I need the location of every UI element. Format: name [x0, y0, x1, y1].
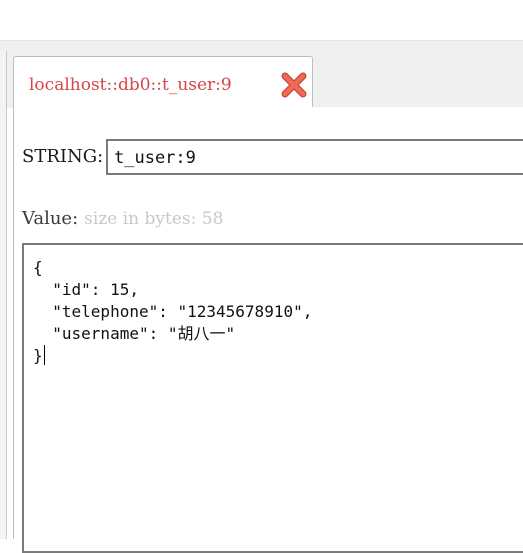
- tab-title: localhost::db0::t_user:9: [29, 75, 232, 95]
- window-top-area: [0, 0, 523, 40]
- editor-line-4: "username": "胡八一": [33, 324, 236, 343]
- editor-line-3: "telephone": "12345678910",: [33, 302, 313, 321]
- key-type-label: STRING:: [22, 146, 104, 167]
- value-editor[interactable]: { "id": 15, "telephone": "12345678910", …: [22, 243, 523, 553]
- editor-line-5: }: [33, 346, 43, 365]
- value-size-hint: size in bytes: 58: [84, 209, 224, 229]
- key-name-field[interactable]: t_user:9: [106, 139, 523, 175]
- text-caret: [43, 345, 45, 365]
- value-label: Value:: [22, 208, 79, 229]
- editor-line-2: "id": 15,: [33, 280, 139, 299]
- close-x-icon[interactable]: [280, 71, 308, 99]
- editor-line-1: {: [33, 258, 43, 277]
- left-panel-edge: [0, 51, 7, 539]
- value-label-row: Value: size in bytes: 58: [22, 208, 223, 229]
- tab-key-view[interactable]: localhost::db0::t_user:9: [13, 56, 313, 108]
